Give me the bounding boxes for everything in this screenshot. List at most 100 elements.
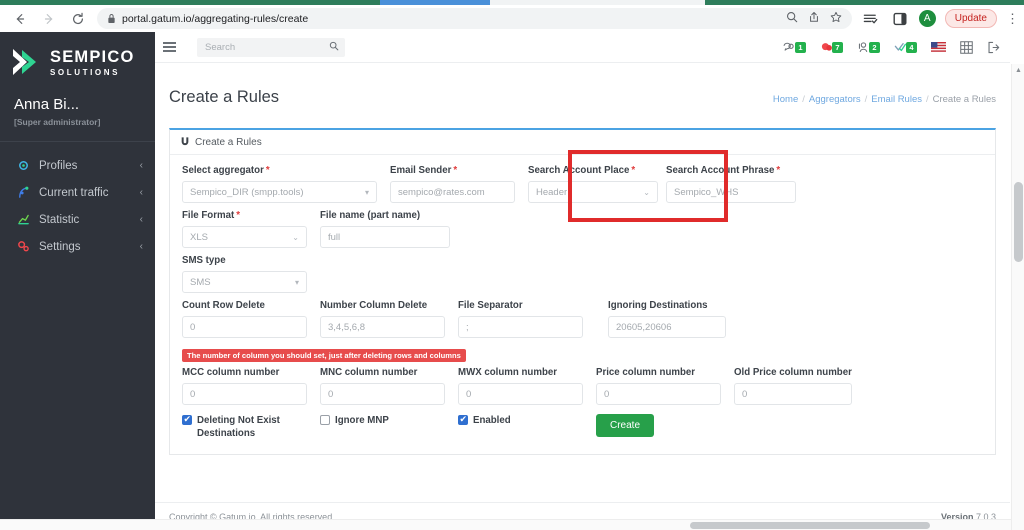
browser-chrome: portal.gatum.io/aggregating-rules/create… xyxy=(0,0,1024,32)
card-body: Select aggregator * Sempico_DIR (smpp.too… xyxy=(170,150,995,454)
checkbox-label: Enabled xyxy=(473,415,511,427)
form-row-2: File Format * XLS ⌄ File name (part name) xyxy=(182,210,983,249)
update-button[interactable]: Update xyxy=(944,9,997,28)
ignoring-destinations-input[interactable]: 20605,20606 xyxy=(608,316,726,339)
field-label: Select aggregator * xyxy=(182,165,270,177)
chevron-down-icon: ▾ xyxy=(294,277,299,287)
field-number-column-delete: Number Column Delete 3,4,5,6,8 xyxy=(320,300,458,339)
number-column-delete-input[interactable]: 3,4,5,6,8 xyxy=(320,316,445,339)
field-label: Email Sender * xyxy=(390,165,458,177)
tasks-indicator[interactable]: 4 xyxy=(894,41,917,54)
mnc-column-number-input[interactable]: 0 xyxy=(320,383,445,406)
sempico-logo-icon xyxy=(10,46,44,80)
chevron-down-icon: ⌄ xyxy=(292,232,299,242)
field-search-account-place: Search Account Place * Header ⌄ xyxy=(528,165,666,204)
select-value: SMS xyxy=(190,276,211,288)
sidebar: SEMPICO SOLUTIONS Anna Bi... [Super admi… xyxy=(0,32,155,530)
kebab-menu-icon[interactable]: ⋮ xyxy=(1006,11,1019,27)
breadcrumb-item-email-rules[interactable]: Email Rules xyxy=(871,94,922,105)
select-aggregator-dropdown[interactable]: Sempico_DIR (smpp.tools) ▾ xyxy=(182,181,377,204)
logout-icon[interactable] xyxy=(987,41,1000,54)
input-value: full xyxy=(328,231,341,243)
sidebar-item-current-traffic[interactable]: Current traffic ‹ xyxy=(0,179,155,206)
form-row-4: Count Row Delete 0 Number Column Delete xyxy=(182,300,983,339)
email-sender-input[interactable]: sempico@rates.com xyxy=(390,181,515,204)
forward-arrow-icon[interactable] xyxy=(39,9,59,29)
old-price-column-number-input[interactable]: 0 xyxy=(734,383,852,406)
user-profile-block[interactable]: Anna Bi... [Super administrator] xyxy=(0,88,155,142)
field-file-name: File name (part name) full xyxy=(320,210,460,249)
side-panel-icon[interactable] xyxy=(890,9,910,29)
breadcrumb: Home / Aggregators / Email Rules / Creat… xyxy=(773,94,996,105)
mwx-column-number-input[interactable]: 0 xyxy=(458,383,583,406)
us-flag-icon[interactable] xyxy=(931,42,946,52)
search-icon[interactable] xyxy=(329,38,339,56)
horizontal-scrollbar-thumb[interactable] xyxy=(690,522,930,529)
breadcrumb-item-home[interactable]: Home xyxy=(773,94,798,105)
avatar[interactable]: A xyxy=(918,10,936,27)
create-button[interactable]: Create xyxy=(596,414,655,438)
price-column-number-input[interactable]: 0 xyxy=(596,383,721,406)
page-viewport: SEMPICO SOLUTIONS Anna Bi... [Super admi… xyxy=(0,32,1024,530)
select-value: XLS xyxy=(190,231,208,243)
vertical-scrollbar[interactable]: ▲ ▼ xyxy=(1011,64,1024,530)
search-account-phrase-input[interactable]: Sempico_WHS xyxy=(666,181,796,204)
sms-type-dropdown[interactable]: SMS ▾ xyxy=(182,271,307,294)
file-name-input[interactable]: full xyxy=(320,226,450,249)
search-input[interactable] xyxy=(203,40,329,54)
lock-icon xyxy=(107,13,116,24)
search-account-place-dropdown[interactable]: Header ⌄ xyxy=(528,181,658,204)
search-box[interactable] xyxy=(197,37,345,57)
sidebar-item-profiles[interactable]: Profiles ‹ xyxy=(0,152,155,179)
field-label: Ignoring Destinations xyxy=(608,300,708,312)
checkbox-ignore-mnp[interactable]: Ignore MNP xyxy=(320,414,458,427)
checkbox-box[interactable] xyxy=(182,414,192,426)
file-format-dropdown[interactable]: XLS ⌄ xyxy=(182,226,307,249)
share-icon[interactable] xyxy=(808,10,820,28)
chevron-left-icon: ‹ xyxy=(139,241,143,252)
horizontal-scrollbar[interactable] xyxy=(0,519,1011,530)
reload-icon[interactable] xyxy=(68,9,88,29)
bell-indicator[interactable]: 7 xyxy=(820,41,843,54)
user-role: [Super administrator] xyxy=(14,117,101,127)
users-indicator[interactable]: 2 xyxy=(857,41,880,54)
logo-subtitle: SOLUTIONS xyxy=(50,67,121,77)
sidebar-item-settings[interactable]: Settings ‹ xyxy=(0,233,155,260)
input-value: 0 xyxy=(190,388,196,400)
breadcrumb-item-aggregators[interactable]: Aggregators xyxy=(809,94,861,105)
checkbox-box[interactable] xyxy=(458,414,468,426)
checkbox-label: Ignore MNP xyxy=(335,415,389,427)
field-sms-type: SMS type SMS ▾ xyxy=(182,255,320,294)
grid-apps-icon[interactable] xyxy=(960,40,973,54)
browser-toolbar: portal.gatum.io/aggregating-rules/create… xyxy=(0,5,1024,32)
count-row-delete-input[interactable]: 0 xyxy=(182,316,307,339)
chevron-left-icon: ‹ xyxy=(139,160,143,171)
page-header: Create a Rules Home / Aggregators / Emai… xyxy=(169,63,996,128)
sidebar-item-statistic[interactable]: Statistic ‹ xyxy=(0,206,155,233)
chevron-down-icon: ▾ xyxy=(364,187,369,197)
topbar-indicators: 1 7 2 4 xyxy=(783,40,1000,54)
scroll-up-arrow-icon[interactable]: ▲ xyxy=(1012,64,1024,77)
checkbox-enabled[interactable]: Enabled xyxy=(458,414,596,427)
checkbox-box[interactable] xyxy=(320,415,330,426)
users-badge-count: 2 xyxy=(869,41,880,53)
mcc-column-number-input[interactable]: 0 xyxy=(182,383,307,406)
breadcrumb-separator: / xyxy=(925,94,929,106)
main-content: 1 7 2 4 xyxy=(155,32,1010,530)
field-email-sender: Email Sender * sempico@rates.com xyxy=(390,165,528,204)
chat-indicator[interactable]: 1 xyxy=(783,41,806,54)
star-icon[interactable] xyxy=(830,10,842,28)
reading-list-icon[interactable] xyxy=(861,9,881,29)
back-arrow-icon[interactable] xyxy=(10,9,30,29)
hamburger-icon[interactable] xyxy=(163,42,183,52)
field-label: File Separator xyxy=(458,300,523,312)
logo-title: SEMPICO xyxy=(50,48,135,67)
file-separator-input[interactable]: ; xyxy=(458,316,583,339)
address-bar[interactable]: portal.gatum.io/aggregating-rules/create xyxy=(97,8,852,29)
brand-logo[interactable]: SEMPICO SOLUTIONS xyxy=(0,32,155,88)
search-icon[interactable] xyxy=(786,10,798,28)
chevron-left-icon: ‹ xyxy=(139,214,143,225)
field-count-row-delete: Count Row Delete 0 xyxy=(182,300,320,339)
scrollbar-thumb[interactable] xyxy=(1014,182,1023,262)
checkbox-deleting-not-exist-destinations[interactable]: Deleting Not Exist Destinations xyxy=(182,414,320,440)
